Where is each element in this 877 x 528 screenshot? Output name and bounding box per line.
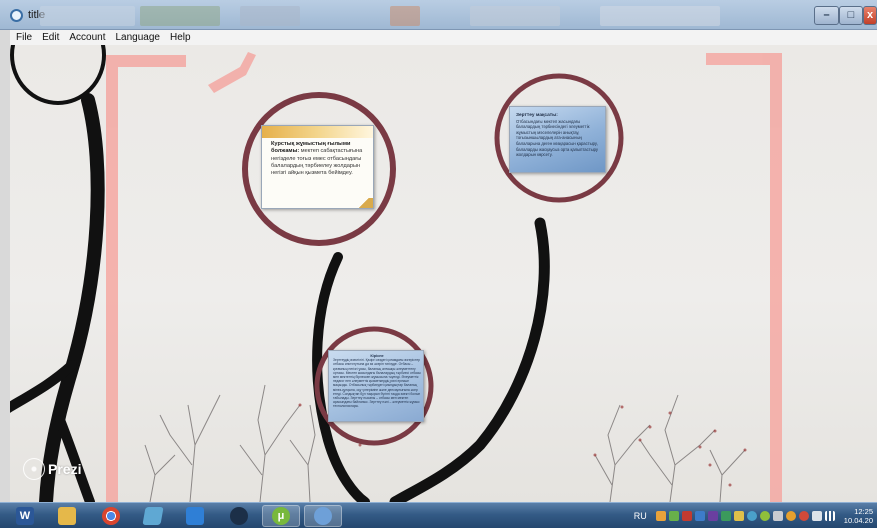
tray-icon[interactable] xyxy=(746,511,757,521)
language-indicator[interactable]: RU xyxy=(634,511,647,521)
card2-heading: Зерттеу мақсаты: xyxy=(516,113,558,118)
chrome-icon xyxy=(102,507,120,525)
steam-icon xyxy=(230,507,248,525)
card-header-band xyxy=(262,126,373,138)
system-tray: RU 12:25 10.04.20 xyxy=(634,503,877,528)
app-icon xyxy=(10,9,23,22)
tray-icon[interactable] xyxy=(785,511,796,521)
small-bracket xyxy=(208,52,256,93)
folder-icon xyxy=(58,507,76,525)
clock-date: 10.04.20 xyxy=(843,516,873,525)
taskbar-chrome[interactable] xyxy=(92,505,130,527)
tray-icon[interactable] xyxy=(655,511,666,521)
clock[interactable]: 12:25 10.04.20 xyxy=(844,507,873,525)
prezi-emblem-icon xyxy=(23,458,45,480)
right-bracket-top xyxy=(706,53,782,65)
frame-brackets xyxy=(106,52,782,502)
presentation-canvas[interactable]: Курстық жұмыстың ғылыми болжамы: мектеп … xyxy=(10,45,877,502)
clock-time: 12:25 xyxy=(854,507,873,516)
taskbar-utorrent[interactable]: μ xyxy=(262,505,300,527)
title-blur xyxy=(40,6,135,26)
card-corner-decoration xyxy=(355,198,373,208)
maximize-button[interactable]: □ xyxy=(839,6,863,25)
menu-edit[interactable]: Edit xyxy=(42,30,59,45)
tray-icon[interactable] xyxy=(681,511,692,521)
title-blur xyxy=(240,6,300,26)
taskbar-steam[interactable] xyxy=(220,505,258,527)
card2-body: Отбасындағы мектеп жасындағы балалардың … xyxy=(516,118,599,158)
title-blur xyxy=(140,6,220,26)
menu-account[interactable]: Account xyxy=(69,30,105,45)
media-player-icon xyxy=(186,507,204,525)
notes-icon xyxy=(142,507,164,525)
utorrent-icon: μ xyxy=(272,507,290,525)
close-button[interactable]: x xyxy=(863,6,877,25)
taskbar-word[interactable]: W xyxy=(6,505,44,527)
taskbar-notes[interactable] xyxy=(134,505,172,527)
speaker-icon[interactable] xyxy=(811,511,822,521)
tray-icon[interactable] xyxy=(707,511,718,521)
tray-icon[interactable] xyxy=(733,511,744,521)
tray-icon[interactable] xyxy=(759,511,770,521)
left-bracket-vertical xyxy=(106,55,118,502)
taskbar: W μ RU 12:25 10.04.20 xyxy=(0,502,877,528)
prezi-logo: Prezi xyxy=(23,457,81,481)
tray-icon[interactable] xyxy=(668,511,679,521)
menu-bar: File Edit Account Language Help xyxy=(10,30,877,45)
taskbar-media[interactable] xyxy=(176,505,214,527)
menu-help[interactable]: Help xyxy=(170,30,191,45)
content-card-research-hypothesis[interactable]: Курстық жұмыстың ғылыми болжамы: мектеп … xyxy=(261,125,374,209)
taskbar-prezi[interactable] xyxy=(304,505,342,527)
title-blur xyxy=(470,6,560,26)
right-bracket-vertical xyxy=(770,53,782,502)
trees xyxy=(144,384,746,502)
title-blur xyxy=(390,6,420,26)
prezi-wordmark: Prezi xyxy=(48,461,82,477)
card3-body: Зерттеудің өзектілігі. Қазіргі кездегі қ… xyxy=(333,358,421,409)
title-bar: title – □ x xyxy=(0,0,877,30)
content-card-introduction[interactable]: Кіріспе Зерттеудің өзектілігі. Қазіргі к… xyxy=(328,350,424,422)
tray-icon[interactable] xyxy=(694,511,705,521)
left-bracket-top xyxy=(106,55,186,67)
tray-icon[interactable] xyxy=(772,511,783,521)
tray-icon[interactable] xyxy=(798,511,809,521)
minimize-button[interactable]: – xyxy=(814,6,839,25)
title-blur xyxy=(600,6,720,26)
prezi-icon xyxy=(314,507,332,525)
menu-file[interactable]: File xyxy=(16,30,32,45)
menu-language[interactable]: Language xyxy=(116,30,161,45)
word-icon: W xyxy=(16,507,34,525)
network-signal-icon[interactable] xyxy=(824,511,835,521)
canvas-artwork xyxy=(10,45,782,502)
content-card-research-goal[interactable]: Зерттеу мақсаты: Отбасындағы мектеп жасы… xyxy=(509,106,606,173)
tray-icon[interactable] xyxy=(720,511,731,521)
taskbar-explorer[interactable] xyxy=(48,505,86,527)
branches xyxy=(10,45,550,502)
